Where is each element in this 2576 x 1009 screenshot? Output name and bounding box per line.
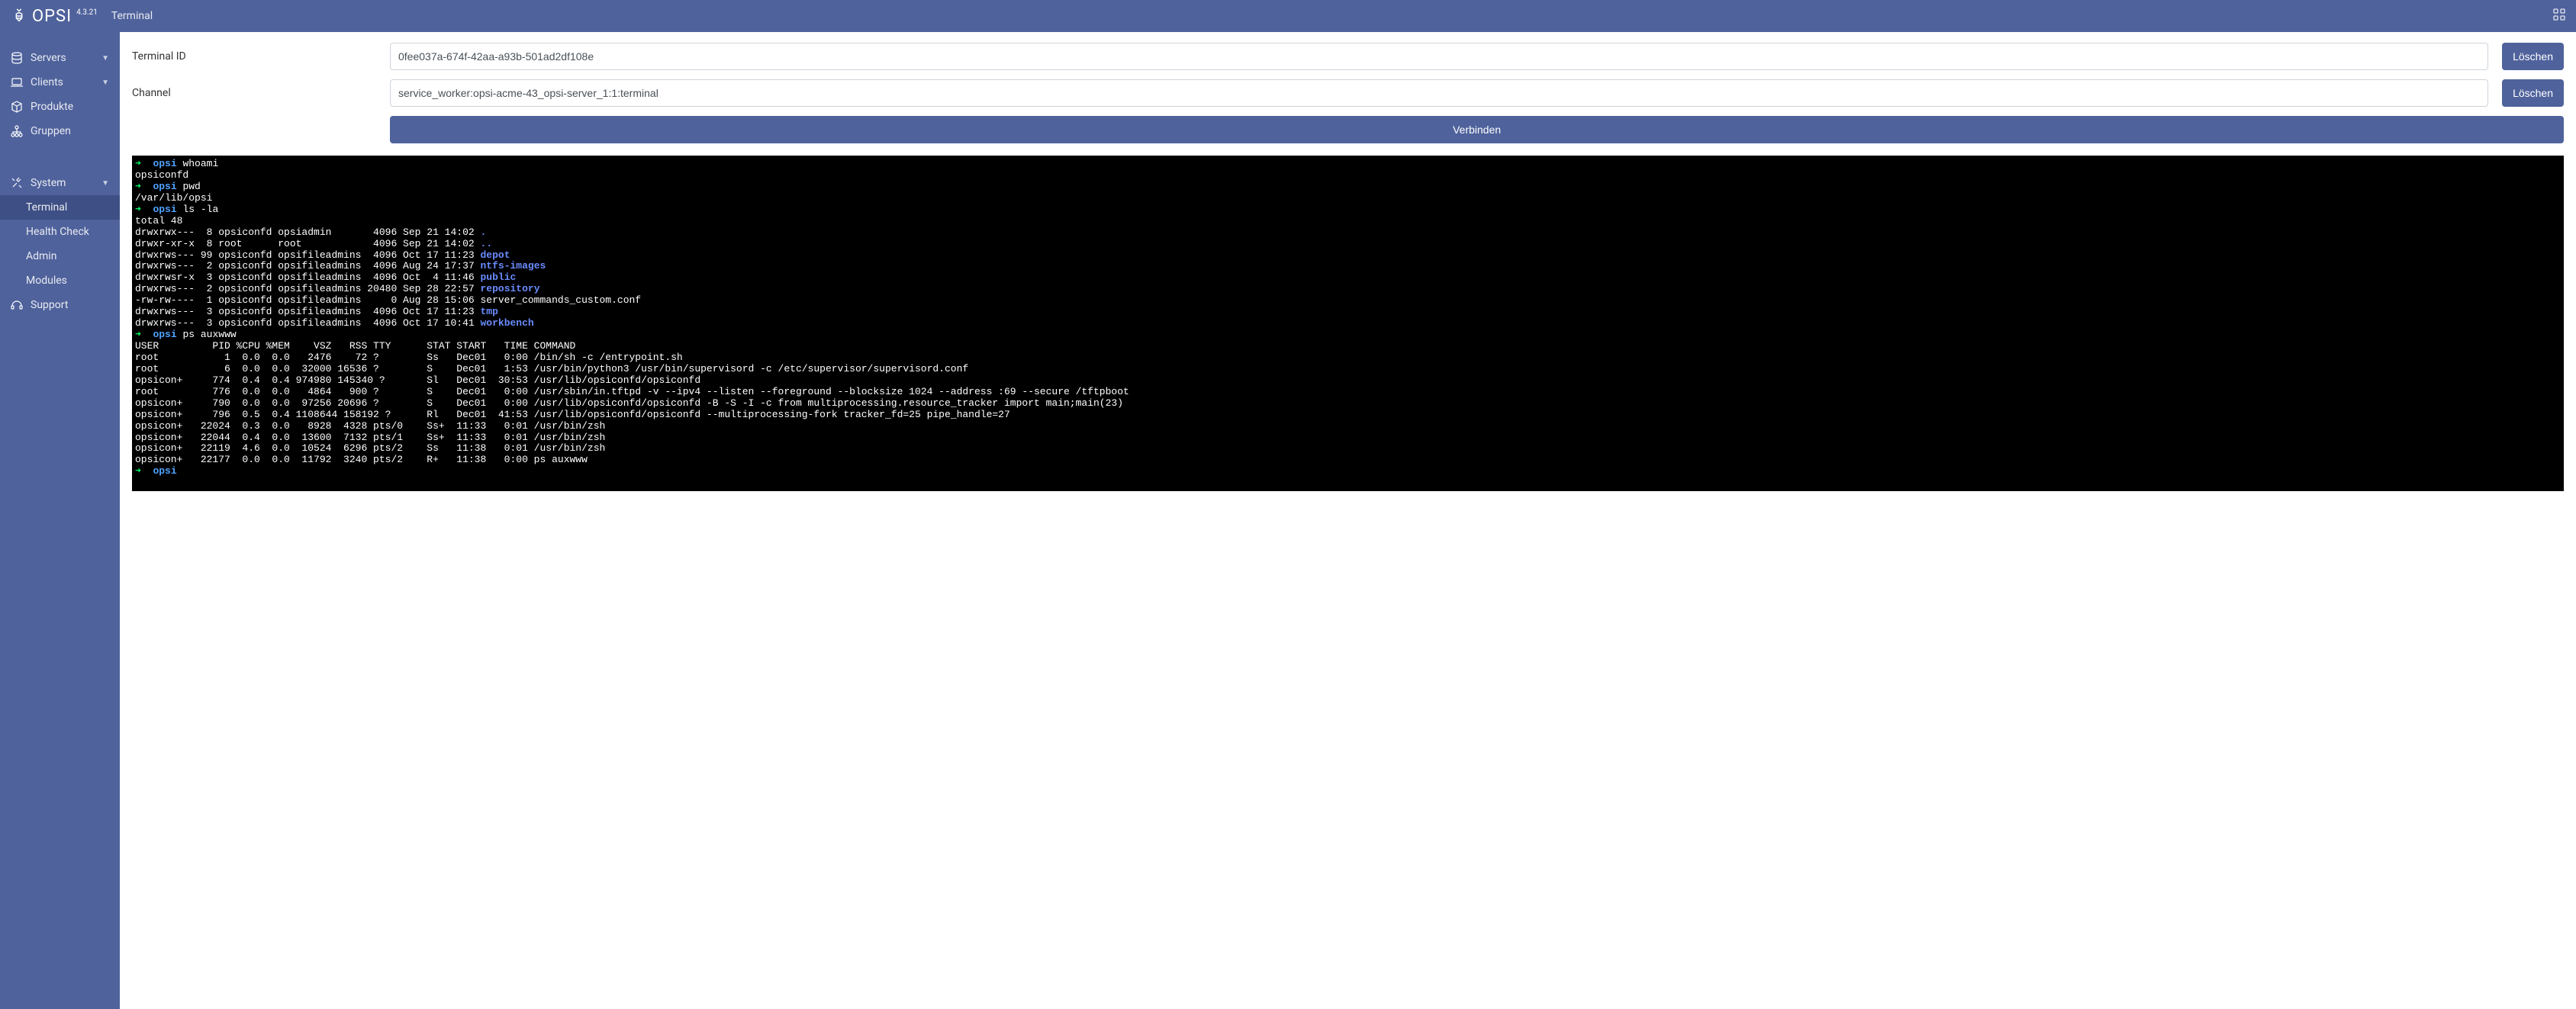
brand-version: 4.3.21 [76, 8, 98, 17]
brand-name: OPSI [32, 7, 72, 26]
laptop-icon [11, 76, 23, 88]
terminal-id-label: Terminal ID [132, 50, 376, 63]
sidebar-sub-health-check[interactable]: Health Check [0, 220, 120, 244]
top-bar: OPSI 4.3.21 Terminal [0, 0, 2576, 32]
sidebar: Servers ▼ Clients ▼ Produkte [0, 32, 120, 1009]
terminal-output[interactable]: ➜ opsi whoamiopsiconfd➜ opsi pwd/var/lib… [132, 156, 2564, 491]
sidebar-item-servers[interactable]: Servers ▼ [0, 46, 120, 70]
tools-icon [11, 177, 23, 189]
cube-icon [11, 101, 23, 113]
sidebar-label: Clients [31, 76, 63, 88]
database-icon [11, 52, 23, 64]
chevron-down-icon: ▼ [101, 54, 109, 63]
apps-grid-icon[interactable] [2553, 8, 2565, 24]
delete-channel-button[interactable]: Löschen [2502, 79, 2564, 107]
sidebar-sub-admin[interactable]: Admin [0, 244, 120, 268]
page-title: Terminal [111, 10, 153, 22]
sidebar-label: Servers [31, 52, 66, 64]
delete-terminal-id-button[interactable]: Löschen [2502, 43, 2564, 70]
channel-input[interactable] [390, 79, 2488, 107]
sidebar-label: System [31, 177, 66, 189]
sidebar-sub-terminal[interactable]: Terminal [0, 195, 120, 220]
bee-icon [11, 8, 27, 24]
terminal-id-input[interactable] [390, 43, 2488, 70]
sidebar-item-groups[interactable]: Gruppen [0, 119, 120, 143]
sidebar-item-products[interactable]: Produkte [0, 95, 120, 119]
sidebar-label: Produkte [31, 101, 73, 113]
logo[interactable]: OPSI 4.3.21 [11, 7, 98, 26]
sidebar-item-support[interactable]: Support [0, 293, 120, 317]
chevron-down-icon: ▼ [101, 79, 109, 87]
channel-label: Channel [132, 87, 376, 99]
sidebar-label: Support [31, 299, 68, 311]
sitemap-icon [11, 125, 23, 137]
sidebar-item-clients[interactable]: Clients ▼ [0, 70, 120, 95]
sidebar-item-system[interactable]: System ▼ [0, 171, 120, 195]
headset-icon [11, 299, 23, 311]
main-content: Terminal ID Löschen Channel Löschen Verb… [120, 32, 2576, 1009]
chevron-down-icon: ▼ [101, 179, 109, 188]
connect-button[interactable]: Verbinden [390, 116, 2564, 143]
sidebar-sub-modules[interactable]: Modules [0, 268, 120, 293]
sidebar-label: Gruppen [31, 125, 71, 137]
